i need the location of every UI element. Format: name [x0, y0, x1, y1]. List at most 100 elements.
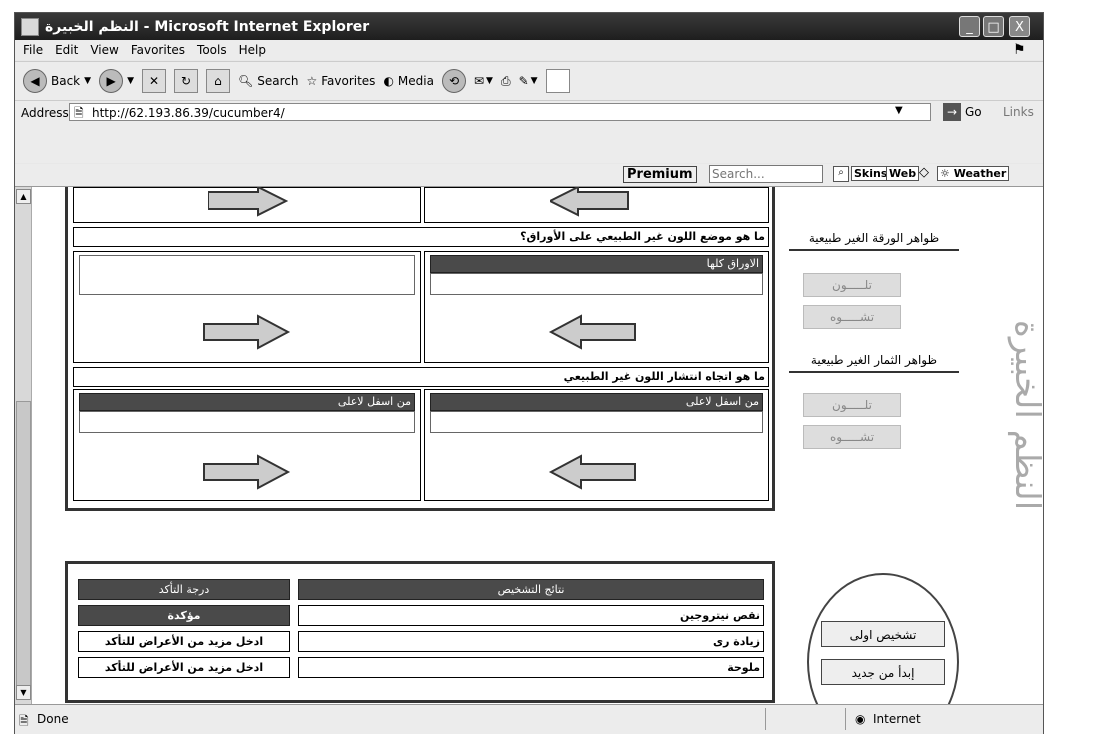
questions-panel: ما هو موضع اللون غير الطبيعي على الأوراق…	[65, 187, 775, 511]
diagnosis-cell: نقص نيتروجين	[298, 605, 764, 626]
leaf-deform-button[interactable]: تشـــــوه	[803, 305, 901, 329]
diagnosis-header: نتائج التشخيص	[298, 579, 764, 600]
window-title: النظم الخبيرة - Microsoft Internet Explo…	[45, 18, 370, 35]
right-arrow-icon[interactable]	[208, 187, 288, 217]
fruit-color-button[interactable]: تلـــــون	[803, 393, 901, 417]
skins-button[interactable]: Skins	[851, 166, 891, 181]
q2-right-cell: من اسفل لاعلى	[424, 389, 769, 501]
right-arrow-icon[interactable]	[202, 452, 292, 492]
go-arrow-icon[interactable]: →	[943, 103, 961, 121]
web-button[interactable]: Web	[886, 166, 920, 181]
fruit-deform-button[interactable]: تشـــــوه	[803, 425, 901, 449]
search-button[interactable]: 🔍︎ Search	[238, 74, 298, 88]
address-url: http://62.193.86.39/cucumber4/	[92, 106, 285, 120]
home-button[interactable]: ⌂	[205, 69, 230, 93]
confidence-header: درجة التأكد	[78, 579, 290, 600]
q2-left-answer-box[interactable]	[79, 411, 415, 433]
address-dropdown-icon[interactable]: ▼	[895, 105, 903, 116]
edit-dropdown-icon[interactable]: ▼	[531, 76, 538, 86]
menu-edit[interactable]: Edit	[55, 43, 78, 57]
title-bar: النظم الخبيرة - Microsoft Internet Explo…	[15, 13, 1043, 40]
menu-help[interactable]: Help	[239, 43, 266, 57]
search-icon[interactable]: ⌕	[833, 166, 849, 182]
results-panel: درجة التأكد نتائج التشخيص مؤكدة نقص نيتر…	[65, 561, 775, 703]
scroll-down-icon[interactable]: ▼	[16, 685, 31, 700]
question-1: ما هو موضع اللون غير الطبيعي على الأوراق…	[73, 227, 769, 247]
history-button[interactable]: ⟲	[441, 69, 466, 93]
weather-icon: ☼	[940, 167, 950, 180]
premium-button[interactable]: Premium	[623, 166, 697, 183]
menu-file[interactable]: File	[23, 43, 43, 57]
print-button[interactable]: ⎙	[501, 74, 511, 89]
printer-icon: ⎙	[500, 73, 511, 88]
globe-icon: ◉	[855, 712, 866, 726]
menu-favorites[interactable]: Favorites	[131, 43, 185, 57]
go-button[interactable]: Go	[965, 105, 982, 119]
diagnosis-cell: زيادة رى	[298, 631, 764, 652]
links-button[interactable]: Links	[1003, 105, 1034, 119]
toolbar-spacer	[15, 125, 1043, 163]
discuss-icon	[545, 69, 570, 93]
refresh-button[interactable]: ↻	[173, 69, 198, 93]
q2-left-cell: من اسفل لاعلى	[73, 389, 421, 501]
media-label: Media	[397, 74, 434, 88]
back-button[interactable]: ◀ Back ▼	[23, 69, 91, 93]
table-row: ادخل مزيد من الأعراض للتأكد ملوحة	[78, 657, 764, 678]
vertical-scrollbar[interactable]: ▲ ▼	[15, 187, 32, 704]
back-dropdown-icon[interactable]: ▼	[84, 76, 91, 86]
edit-button[interactable]: ✎ ▼	[519, 74, 538, 88]
fruit-symptoms-title[interactable]: ظواهر الثمار الغير طبيعية	[789, 353, 959, 373]
leaf-color-button[interactable]: تلـــــون	[803, 273, 901, 297]
restart-button[interactable]: إبدأ من جديد	[821, 659, 945, 685]
media-icon: ◐	[383, 74, 394, 88]
menu-view[interactable]: View	[90, 43, 118, 57]
address-input[interactable]: 🗎 http://62.193.86.39/cucumber4/	[69, 103, 931, 121]
q1-left-answer-box[interactable]	[79, 255, 415, 295]
maximize-button[interactable]: □	[983, 16, 1004, 37]
menu-tools[interactable]: Tools	[197, 43, 227, 57]
close-button[interactable]: X	[1009, 16, 1030, 37]
star-icon: ☆	[306, 74, 318, 88]
scroll-thumb[interactable]	[16, 401, 31, 686]
mail-dropdown-icon[interactable]: ▼	[486, 76, 493, 86]
table-row: مؤكدة نقص نيتروجين	[78, 605, 764, 626]
results-table: درجة التأكد نتائج التشخيص مؤكدة نقص نيتر…	[78, 574, 764, 683]
discuss-button[interactable]	[545, 69, 570, 93]
left-arrow-icon[interactable]	[547, 452, 637, 492]
back-arrow-icon: ◀	[23, 69, 47, 93]
address-label: Address	[21, 106, 69, 120]
confidence-cell: ادخل مزيد من الأعراض للتأكد	[78, 657, 290, 678]
initial-diagnosis-button[interactable]: تشخيص اولى	[821, 621, 945, 647]
stop-icon: ✕	[141, 69, 166, 93]
media-button[interactable]: ◐ Media	[383, 74, 434, 88]
weather-button[interactable]: ☼ Weather	[937, 166, 1010, 181]
edit-icon: ✎	[518, 74, 529, 88]
home-icon: ⌂	[205, 69, 230, 93]
windows-logo-icon: ⚑	[1013, 42, 1026, 58]
history-icon: ⟲	[441, 69, 466, 93]
toolbar-search-input[interactable]	[709, 165, 823, 183]
favorites-button[interactable]: ☆ Favorites	[306, 74, 375, 88]
right-arrow-icon[interactable]	[202, 312, 292, 352]
leaf-symptoms-title[interactable]: ظواهر الورقة الغير طبيعية	[789, 231, 959, 251]
left-arrow-icon[interactable]	[547, 312, 637, 352]
mail-icon: ✉	[473, 74, 485, 88]
q1-right-answer-box[interactable]	[430, 273, 763, 295]
forward-button[interactable]: ▶ ▼	[99, 69, 134, 93]
menu-bar: File Edit View Favorites Tools Help ⚑	[15, 40, 1043, 60]
minimize-button[interactable]: _	[959, 16, 980, 37]
search-icon: 🔍︎	[237, 74, 254, 88]
question-2: ما هو اتجاه انتشار اللون غير الطبيعي	[73, 367, 769, 387]
mail-button[interactable]: ✉ ▼	[474, 74, 493, 88]
confidence-cell: مؤكدة	[78, 605, 290, 626]
diamond-icon[interactable]: ◇	[919, 165, 929, 180]
table-row: ادخل مزيد من الأعراض للتأكد زيادة رى	[78, 631, 764, 652]
forward-dropdown-icon[interactable]: ▼	[127, 76, 134, 86]
page-content: ▲ ▼ ما هو موضع اللون غير الطبيعي على الأ…	[15, 187, 1043, 704]
q2-right-answer-box[interactable]	[430, 411, 763, 433]
scroll-up-icon[interactable]: ▲	[16, 189, 31, 204]
stop-button[interactable]: ✕	[141, 69, 166, 93]
left-arrow-icon[interactable]	[550, 187, 630, 217]
status-bar: 🗎 Done ◉ Internet	[15, 704, 1043, 734]
page-icon: 🗎	[74, 106, 84, 120]
